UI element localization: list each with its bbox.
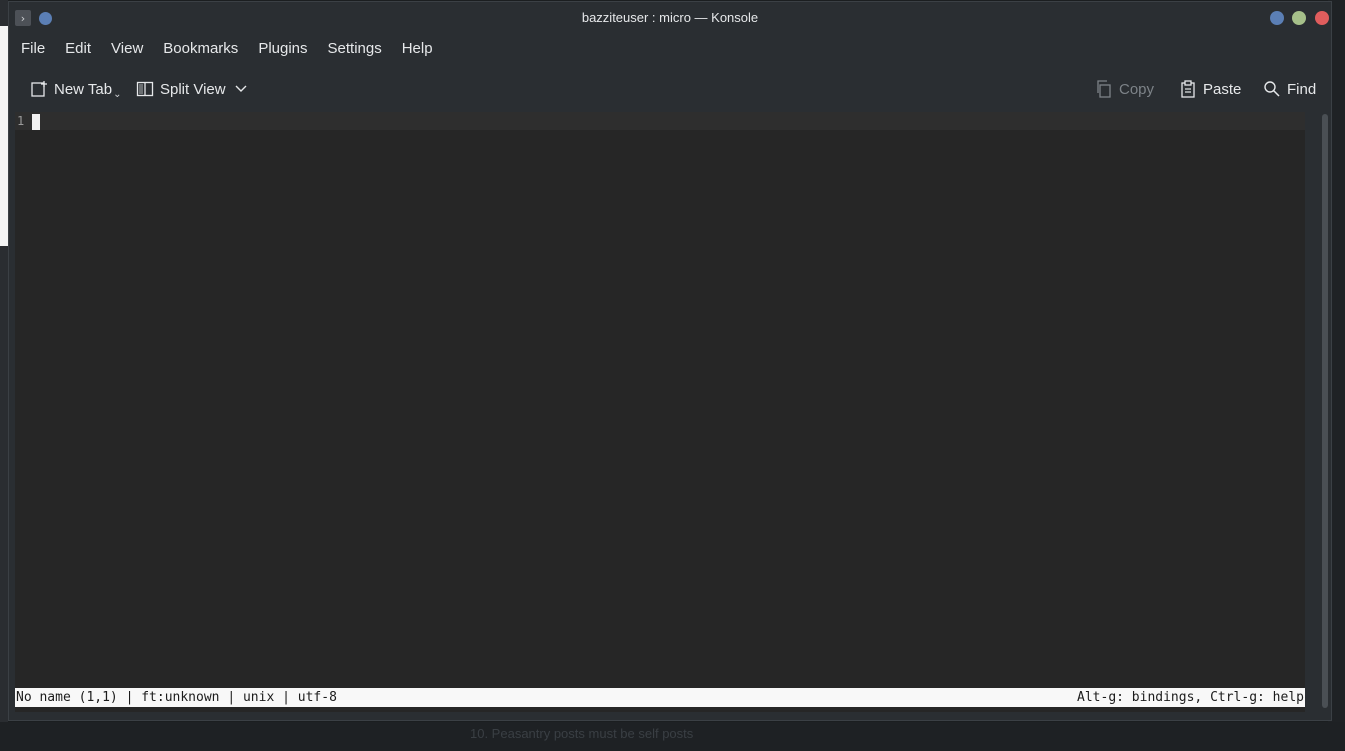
minimize-button[interactable] <box>1270 11 1284 25</box>
copy-label: Copy <box>1119 80 1155 98</box>
konsole-window: › bazziteuser : micro — Konsole File Edi… <box>8 1 1332 721</box>
paste-button[interactable]: Paste <box>1179 74 1241 104</box>
window-title: bazziteuser : micro — Konsole <box>581 10 759 25</box>
chevron-down-icon[interactable] <box>230 81 252 97</box>
split-view-icon <box>136 81 154 97</box>
menu-file[interactable]: File <box>9 36 55 62</box>
menu-plugins[interactable]: Plugins <box>248 36 317 62</box>
split-view-button[interactable]: Split View <box>136 74 252 104</box>
menu-help[interactable]: Help <box>392 36 443 62</box>
text-cursor <box>32 114 40 130</box>
close-button[interactable] <box>1315 11 1329 25</box>
titlebar[interactable]: › bazziteuser : micro — Konsole <box>9 2 1331 32</box>
background-text: 10. Peasantry posts must be self posts <box>470 726 694 741</box>
menu-settings[interactable]: Settings <box>318 36 392 62</box>
find-button[interactable]: Find <box>1263 74 1316 104</box>
maximize-button[interactable] <box>1292 11 1306 25</box>
new-tab-button[interactable]: New Tab ⌄ <box>30 74 121 104</box>
line-number: 1 <box>17 114 25 128</box>
terminal-view[interactable]: 1 No name (1,1) | ft:unknown | unix | ut… <box>15 112 1305 712</box>
new-tab-label: New Tab <box>54 80 113 98</box>
search-icon <box>1264 81 1280 97</box>
toolbar: New Tab ⌄ Split View Copy Paste Find <box>9 74 1331 104</box>
status-help-hint: Alt-g: bindings, Ctrl-g: help <box>1077 690 1304 705</box>
menu-bookmarks[interactable]: Bookmarks <box>153 36 248 62</box>
paste-icon <box>1181 80 1195 98</box>
menu-view[interactable]: View <box>101 36 153 62</box>
status-file-info: No name (1,1) | ft:unknown | unix | utf-… <box>16 690 337 705</box>
paste-label: Paste <box>1203 80 1242 98</box>
micro-statusbar: No name (1,1) | ft:unknown | unix | utf-… <box>15 688 1305 707</box>
new-tab-icon <box>31 81 47 97</box>
split-view-label: Split View <box>160 80 226 98</box>
scrollbar-thumb[interactable] <box>1322 114 1328 708</box>
copy-icon <box>1097 80 1111 98</box>
copy-button[interactable]: Copy <box>1095 74 1154 104</box>
background-window-left-white <box>0 26 8 246</box>
menu-edit[interactable]: Edit <box>55 36 101 62</box>
current-line-highlight <box>15 112 1305 130</box>
menubar: File Edit View Bookmarks Plugins Setting… <box>9 36 443 62</box>
find-label: Find <box>1287 80 1317 98</box>
new-tab-dropdown-icon[interactable]: ⌄ <box>113 89 121 100</box>
